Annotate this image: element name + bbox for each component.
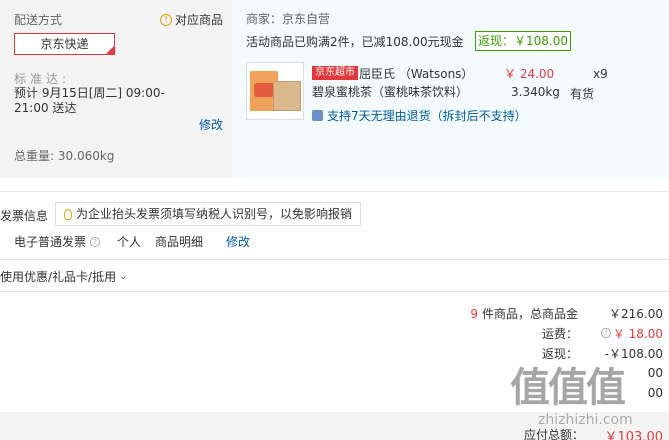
help-icon[interactable]: ? [90,236,101,247]
edit-invoice-link[interactable]: 修改 [226,233,250,250]
invoice-person: 个人 [117,235,142,249]
match-products-link[interactable]: ! 对应商品 [160,11,223,28]
watermark-logo: 值值值 [510,365,626,411]
info-icon: ! [160,13,172,26]
divider [0,191,669,192]
divider [0,291,669,292]
total-weight: 总重量: 30.060kg [14,149,115,163]
divider [0,259,669,260]
product-quantity: x9 [593,67,608,81]
goods-total-label: 件商品，总商品金 [481,307,578,321]
chevron-down-icon: ⌄ [119,271,128,282]
shipping-panel: 配送方式 ! 对应商品 京东快递 标准达: 预计 9月15日[周二] 09:00… [0,0,232,178]
invoice-title: 发票信息 [0,209,49,223]
total-label: 应付总额： [523,428,584,440]
invoice-type: 电子普通发票 ? [14,233,101,250]
return-policy-text: 支持7天无理由退货（拆封后不支持） [327,109,527,123]
product-name[interactable]: 碧泉蜜桃茶（蜜桃味茶饮料） [312,83,468,100]
coupon-label: 使用优惠/礼品卡/抵用 [0,270,117,284]
jd-supermarket-badge: 京东超市 [312,66,358,80]
shipping-option-jd-express[interactable]: 京东快递 [14,33,115,55]
invoice-type-label: 电子普通发票 [14,235,87,249]
product-brand[interactable]: 屈臣氏 （Watsons） [359,65,473,82]
stock-status: 有货 [570,87,595,101]
summary-freight-row: 运费： ! ￥ 18.00 [380,325,663,343]
watermark-url: zhizhizhi.com [538,412,633,428]
lightbulb-icon [64,208,72,220]
shipping-title: 配送方式 [14,13,63,27]
promo-text: 活动商品已购满2件，已减108.00元现金 [246,35,464,49]
product-price: ￥ 24.00 [504,67,555,81]
goods-total-value: ￥216.00 [609,307,663,321]
invoice-tip: 为企业抬头发票须填写纳税人识别号，以免影响报销 [55,202,361,226]
match-products-label: 对应商品 [175,13,224,27]
product-weight: 3.340kg [511,85,560,99]
total-value: ￥103.00 [604,430,664,440]
product-thumbnail[interactable] [246,62,304,120]
standard-delivery-label: 标准达: [14,72,71,86]
seller-label: 商家：京东自营 [246,12,331,26]
coupon-toggle[interactable]: 使用优惠/礼品卡/抵用 ⌄ [0,268,127,285]
order-item-panel: 商家：京东自营 活动商品已购满2件，已减108.00元现金 返现：￥108.00… [232,0,669,178]
item-count: 9 [470,306,478,321]
freight-label: 运费： [541,327,578,341]
invoice-detail: 商品明细 [155,235,204,249]
freight-value: ￥ 18.00 [612,327,663,341]
rebate-tag: 返现：￥108.00 [475,31,571,51]
return-policy-icon [312,110,323,121]
invoice-tip-text: 为企业抬头发票须填写纳税人识别号，以免影响报销 [76,207,353,221]
edit-shipping-link[interactable]: 修改 [199,116,223,133]
delivery-eta: 预计 9月15日[周二] 09:00-21:00 送达 [14,86,165,115]
summary-goods-row: 9 件商品，总商品金 ￥216.00 [380,305,663,323]
